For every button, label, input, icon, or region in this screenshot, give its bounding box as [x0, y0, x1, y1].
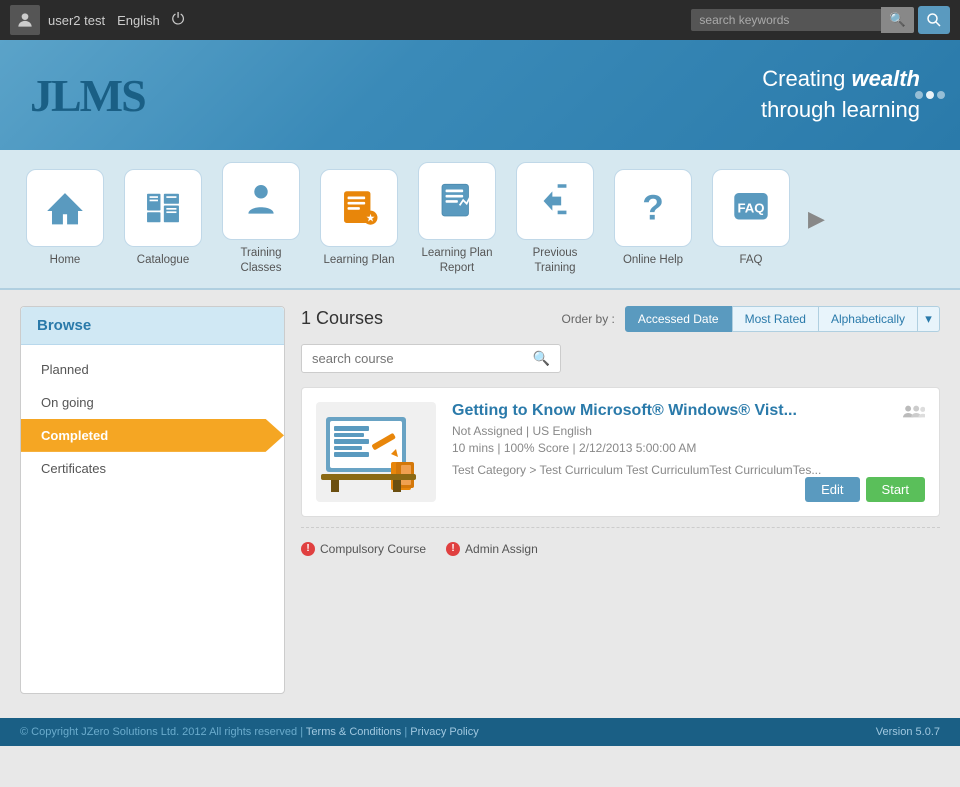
svg-text:FAQ: FAQ	[737, 201, 764, 216]
learning-plan-label: Learning Plan	[324, 253, 395, 268]
header: JLMS Creating wealth through learning	[0, 40, 960, 150]
power-icon[interactable]: ⏻	[172, 11, 185, 29]
navigation: Home Catalogue TrainingClas	[0, 150, 960, 290]
order-btn-alphabetically[interactable]: Alphabetically	[819, 306, 918, 332]
learning-plan-report-label: Learning PlanReport	[422, 246, 493, 276]
catalogue-icon	[142, 187, 184, 229]
sidebar-item-planned[interactable]: Planned	[21, 353, 284, 386]
search-button[interactable]: 🔍	[881, 7, 914, 33]
course-thumbnail	[316, 402, 436, 502]
svg-text:?: ?	[642, 189, 664, 228]
svg-text:★: ★	[366, 214, 375, 224]
sidebar-item-learning-plan[interactable]: ★ Learning Plan	[314, 169, 404, 268]
compulsory-label: Compulsory Course	[320, 542, 426, 556]
report-icon	[435, 179, 479, 223]
dot-3	[937, 91, 945, 99]
sidebar-title: Browse	[21, 307, 284, 345]
compulsory-dot: !	[301, 542, 315, 556]
course-title: Getting to Know Microsoft® Windows® Vist…	[452, 402, 925, 420]
online-help-label: Online Help	[623, 253, 683, 268]
start-button[interactable]: Start	[866, 477, 925, 502]
logo: JLMS	[30, 69, 145, 122]
home-icon	[44, 187, 86, 229]
order-buttons: Accessed Date Most Rated Alphabetically …	[625, 306, 940, 332]
courses-count: 1 Courses	[301, 308, 552, 329]
previous-icon-box[interactable]	[516, 162, 594, 240]
help-icon: ?	[631, 186, 675, 230]
previous-training-label: PreviousTraining	[533, 246, 578, 276]
sidebar-item-faq[interactable]: FAQ FAQ	[706, 169, 796, 268]
footer-copyright: © Copyright JZero Solutions Ltd. 2012 Al…	[20, 726, 479, 738]
course-card: Getting to Know Microsoft® Windows® Vist…	[301, 387, 940, 517]
sidebar-item-catalogue[interactable]: Catalogue	[118, 169, 208, 268]
search-bar: 🔍	[301, 344, 561, 373]
copyright-text: © Copyright JZero Solutions Ltd. 2012 Al…	[20, 726, 297, 738]
sidebar-item-learning-plan-report[interactable]: Learning PlanReport	[412, 162, 502, 276]
sidebar-item-online-help[interactable]: ? Online Help	[608, 169, 698, 268]
topbar-username: user2 test	[48, 13, 105, 28]
header-tagline: Creating wealth through learning	[761, 64, 920, 126]
order-label: Order by :	[562, 312, 615, 326]
avatar	[10, 5, 40, 35]
training-icon	[240, 180, 282, 222]
home-label: Home	[50, 253, 81, 268]
course-thumb-svg	[316, 402, 436, 502]
search-bar-icon: 🔍	[533, 350, 550, 367]
sidebar-item-certificates[interactable]: Certificates	[21, 452, 284, 485]
faq-icon: FAQ	[729, 186, 773, 230]
footer: © Copyright JZero Solutions Ltd. 2012 Al…	[0, 718, 960, 746]
learning-plan-icon: ★	[337, 186, 381, 230]
dot-1	[915, 91, 923, 99]
report-icon-box[interactable]	[418, 162, 496, 240]
tagline-italic: wealth	[852, 66, 920, 91]
catalogue-icon-box[interactable]	[124, 169, 202, 247]
search-course-input[interactable]	[312, 351, 533, 366]
browse-sidebar: Browse Planned On going Completed Certif…	[20, 306, 285, 694]
sidebar-item-completed[interactable]: Completed	[21, 419, 284, 452]
training-label: TrainingClasses	[240, 246, 281, 276]
sidebar-item-training-classes[interactable]: TrainingClasses	[216, 162, 306, 276]
legend-compulsory[interactable]: ! Compulsory Course	[301, 542, 426, 556]
course-meta-assigned: Not Assigned | US English	[452, 424, 925, 438]
order-dropdown-chevron[interactable]: ▾	[918, 306, 940, 332]
legend-divider	[301, 527, 940, 528]
course-people-icon	[903, 402, 925, 427]
learning-plan-icon-box[interactable]: ★	[320, 169, 398, 247]
sidebar-item-ongoing[interactable]: On going	[21, 386, 284, 419]
admin-assign-dot: !	[446, 542, 460, 556]
course-action-buttons: Edit Start	[805, 477, 925, 502]
search-icon-btn[interactable]	[918, 6, 950, 34]
training-icon-box[interactable]	[222, 162, 300, 240]
dot-2	[926, 91, 934, 99]
topbar-language: English	[117, 13, 160, 28]
faq-label: FAQ	[739, 253, 762, 268]
main-panel: 1 Courses Order by : Accessed Date Most …	[301, 306, 940, 694]
help-icon-box[interactable]: ?	[614, 169, 692, 247]
content-area: Browse Planned On going Completed Certif…	[0, 290, 960, 710]
courses-header: 1 Courses Order by : Accessed Date Most …	[301, 306, 940, 332]
sidebar-item-home[interactable]: Home	[20, 169, 110, 268]
faq-icon-box[interactable]: FAQ	[712, 169, 790, 247]
course-path: Test Category > Test Curriculum Test Cur…	[452, 463, 925, 477]
sidebar-item-previous-training[interactable]: PreviousTraining	[510, 162, 600, 276]
terms-link[interactable]: Terms & Conditions	[306, 726, 401, 738]
legend: ! Compulsory Course ! Admin Assign	[301, 532, 940, 566]
header-dots	[915, 91, 945, 99]
course-meta-details: 10 mins | 100% Score | 2/12/2013 5:00:00…	[452, 441, 925, 455]
search-input[interactable]	[691, 9, 881, 31]
edit-button[interactable]: Edit	[805, 477, 859, 502]
order-btn-accessed-date[interactable]: Accessed Date	[625, 306, 732, 332]
topbar-search: 🔍	[691, 7, 914, 33]
legend-admin-assign[interactable]: ! Admin Assign	[446, 542, 538, 556]
nav-next-button[interactable]: ▶	[808, 206, 825, 232]
catalogue-label: Catalogue	[137, 253, 189, 268]
previous-icon	[533, 179, 577, 223]
privacy-link[interactable]: Privacy Policy	[410, 726, 478, 738]
order-btn-most-rated[interactable]: Most Rated	[732, 306, 819, 332]
sidebar-menu: Planned On going Completed Certificates	[21, 345, 284, 493]
home-icon-box[interactable]	[26, 169, 104, 247]
topbar: user2 test English ⏻ 🔍	[0, 0, 960, 40]
footer-version: Version 5.0.7	[876, 726, 940, 738]
admin-assign-label: Admin Assign	[465, 542, 538, 556]
